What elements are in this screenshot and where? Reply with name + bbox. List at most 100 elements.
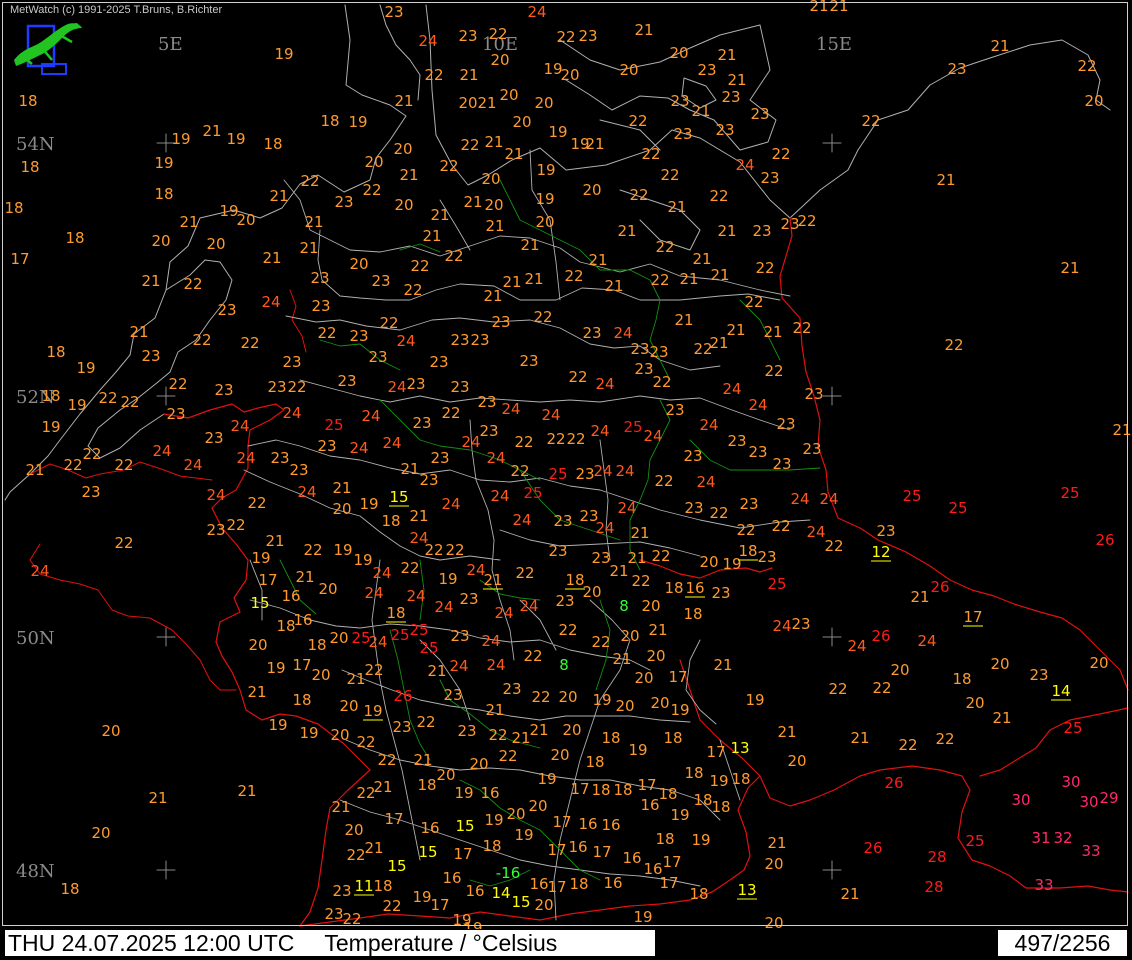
temperature-obs: 22 (63, 456, 82, 474)
temperature-obs: 18 (711, 798, 730, 816)
temperature-obs: 22 (342, 910, 361, 928)
temperature-obs: 32 (1053, 829, 1072, 847)
temperature-obs: 22 (652, 373, 671, 391)
temperature-obs: 22 (515, 564, 534, 582)
temperature-obs: 23 (406, 375, 425, 393)
temperature-obs: 24 (512, 511, 531, 529)
temperature-obs: 23 (311, 297, 330, 315)
temperature-obs: 24 (434, 598, 453, 616)
temperature-obs: 21 (992, 709, 1011, 727)
temperature-obs: 22 (410, 257, 429, 275)
temperature-obs: 19 (154, 154, 173, 172)
temperature-obs: 18 (655, 830, 674, 848)
temperature-obs: 23 (649, 343, 668, 361)
temperature-obs: 23 (772, 455, 791, 473)
temperature-obs: 21 (609, 562, 628, 580)
temperature-obs: 22 (655, 238, 674, 256)
temperature-obs: 20 (550, 746, 569, 764)
temperature-obs: 21 (502, 273, 521, 291)
temperature-obs: 19 (633, 908, 652, 926)
temperature-obs: 24 (236, 449, 255, 467)
temperature-obs: 19 (592, 691, 611, 709)
copyright-text: MetWatch (c) 1991-2025 T.Bruns, B.Richte… (10, 4, 223, 16)
temperature-obs: 21 (648, 621, 667, 639)
temperature-obs: 21 (529, 721, 548, 739)
temperature-obs: 16 (480, 784, 499, 802)
temperature-obs: 17 (662, 853, 681, 871)
temperature-obs: 22 (828, 680, 847, 698)
temperature-obs: 26 (863, 839, 882, 857)
temperature-obs: 24 (206, 486, 225, 504)
temperature-obs: 24 (490, 487, 509, 505)
temperature-obs: 22 (488, 726, 507, 744)
temperature-obs: 22 (356, 784, 375, 802)
temperature-obs: 20 (344, 821, 363, 839)
temperature-obs: 15 (387, 857, 406, 875)
temperature-obs: 23 (683, 447, 702, 465)
temperature-obs: 22 (523, 647, 542, 665)
temperature-obs: 22 (628, 112, 647, 130)
temperature-obs: 21 (463, 193, 482, 211)
temperature-obs: 21 (850, 729, 869, 747)
temperature-obs: 22 (631, 572, 650, 590)
temperature-obs: 22 (379, 314, 398, 332)
temperature-obs: 21 (430, 206, 449, 224)
temperature-obs: 22 (531, 688, 550, 706)
temperature-obs: 18 (585, 753, 604, 771)
temperature-obs: 22 (317, 324, 336, 342)
temperature-obs: 22 (362, 181, 381, 199)
temperature-obs: 30 (1011, 791, 1030, 809)
temperature-obs: 22 (558, 621, 577, 639)
temperature-obs: 21 (484, 133, 503, 151)
temperature-obs: 21 (910, 588, 929, 606)
temperature-obs: 22 (377, 751, 396, 769)
temperature-obs: 23 (752, 222, 771, 240)
temperature-obs: 23 (578, 27, 597, 45)
temperature-obs: 18 (65, 229, 84, 247)
temperature-obs: 23 (519, 352, 538, 370)
temperature-obs: 14 (491, 884, 510, 902)
temperature-obs: 31 (1031, 829, 1050, 847)
temperature-obs: 25 (409, 621, 428, 639)
temperature-obs: 21 (585, 135, 604, 153)
temperature-obs: 17 (258, 571, 277, 589)
temperature-obs: 22 (764, 362, 783, 380)
temperature-obs: 17 (659, 874, 678, 892)
temperature-obs: 21 (413, 751, 432, 769)
temperature-obs: 19 (454, 784, 473, 802)
temperature-obs: 22 (755, 259, 774, 277)
temperature-obs: 17 (430, 896, 449, 914)
temperature-obs: 21 (427, 662, 446, 680)
temperature-obs: 24 (735, 156, 754, 174)
grid-label-lat-48n: 48N (16, 861, 55, 882)
temperature-obs: 24 (595, 375, 614, 393)
temperature-obs: 21 (332, 479, 351, 497)
temperature-obs: 21 (422, 227, 441, 245)
temperature-obs: 22 (566, 430, 585, 448)
temperature-obs: 14 (1051, 682, 1070, 700)
temperature-obs: 17 (547, 878, 566, 896)
temperature-obs: 24 (361, 407, 380, 425)
temperature-obs: 20 (248, 636, 267, 654)
temperature-obs: 23 (748, 443, 767, 461)
temperature-obs: 23 (760, 169, 779, 187)
temperature-obs: 20 (151, 232, 170, 250)
observation-layer: 23 24 21 2124 23 22 22 23 2119 20 21 21221822 2120 19… (4, 0, 1131, 937)
temperature-obs: 23 (450, 378, 469, 396)
temperature-obs: 17 (547, 841, 566, 859)
temperature-obs: 17 (963, 608, 982, 626)
temperature-obs: 21 (409, 507, 428, 525)
temperature-obs: 22 (114, 456, 133, 474)
temperature-obs: 22 (872, 679, 891, 697)
temperature-obs: 23 (582, 324, 601, 342)
temperature-obs: 24 (699, 416, 718, 434)
temperature-obs: 17 (453, 845, 472, 863)
temperature-obs: 23 (337, 372, 356, 390)
temperature-obs: 19 (438, 570, 457, 588)
temperature-obs: 23 (711, 584, 730, 602)
temperature-obs: 15 (389, 488, 408, 506)
temperature-obs: 22 (439, 157, 458, 175)
temperature-obs: 23 (384, 3, 403, 21)
temperature-obs: 13 (737, 881, 756, 899)
temperature-obs: 20 (787, 752, 806, 770)
